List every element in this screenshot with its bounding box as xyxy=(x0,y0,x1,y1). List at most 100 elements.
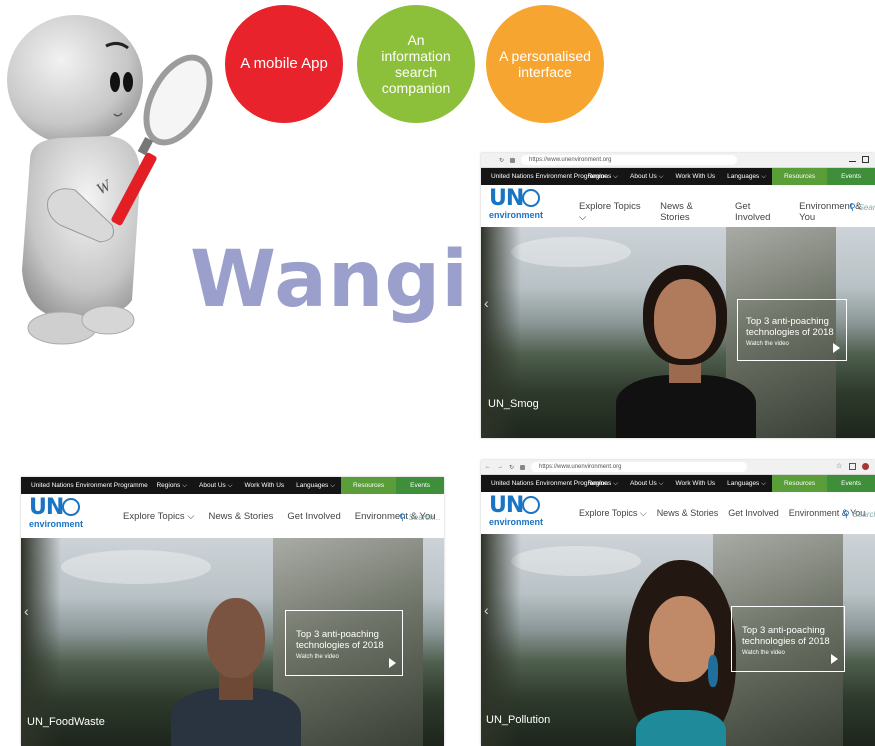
promo-watch-link[interactable]: Watch the video xyxy=(746,341,846,347)
nav-explore-topics[interactable]: Explore Topics ⌵ xyxy=(579,201,646,223)
site-topbar: United Nations Environment Programme Reg… xyxy=(481,168,875,185)
resources-button[interactable]: Resources xyxy=(772,168,828,185)
search-placeholder: Sear xyxy=(858,203,875,212)
feature-mobile-app: A mobile App xyxy=(225,5,343,123)
back-icon[interactable]: ← xyxy=(485,464,491,470)
nav-get-involved[interactable]: Get Involved xyxy=(287,511,340,522)
un-environment-logo[interactable]: UN environment xyxy=(489,188,549,224)
search-placeholder: Search... xyxy=(408,513,441,522)
site-nav: UN environment Explore Topics ⌵ News & S… xyxy=(481,492,875,534)
extension-icon[interactable] xyxy=(849,463,856,470)
mascot-head xyxy=(7,15,143,145)
logo-env-text: environment xyxy=(489,210,544,220)
avatar-caption: UN_Smog xyxy=(488,398,539,410)
carousel-prev-icon[interactable]: ‹ xyxy=(484,295,489,311)
resources-button[interactable]: Resources xyxy=(341,477,397,494)
search-field[interactable]: ⚲ Search... xyxy=(843,509,875,520)
topbar-links: Regions ⌵ About Us ⌵ Work With Us Langua… xyxy=(150,477,444,494)
site-nav: UN environment Explore Topics ⌵ News & S… xyxy=(21,494,444,538)
minimize-icon[interactable] xyxy=(849,156,856,162)
browser-chrome: ← → ↻ https://www.unenvironment.org ☆ xyxy=(481,460,875,475)
topbar-link-languages[interactable]: Languages ⌵ xyxy=(721,480,772,488)
avatar-caption: UN_FoodWaste xyxy=(27,716,105,728)
maximize-icon[interactable] xyxy=(862,156,869,163)
topbar-link-work[interactable]: Work With Us xyxy=(239,482,291,489)
globe-icon xyxy=(62,498,80,516)
un-environment-logo[interactable]: UN environment xyxy=(29,497,89,533)
search-field[interactable]: ⚲ Sear xyxy=(849,202,875,213)
site-nav: UN environment Explore Topics ⌵ News & S… xyxy=(481,185,875,227)
feature-label: A personalised interface xyxy=(499,47,591,80)
mascot-eye-left xyxy=(110,72,120,92)
topbar-link-regions[interactable]: Regions ⌵ xyxy=(581,173,624,181)
events-button[interactable]: Events xyxy=(827,168,875,185)
mascot-foot-right xyxy=(81,305,135,335)
search-icon[interactable]: ⚲ xyxy=(843,509,850,520)
browser-chrome: ↻ https://www.unenvironment.org xyxy=(481,153,875,168)
topbar-link-about[interactable]: About Us ⌵ xyxy=(193,482,238,490)
search-icon[interactable]: ⚲ xyxy=(849,202,856,213)
site-topbar: United Nations Environment Programme Reg… xyxy=(21,477,444,494)
address-bar[interactable]: https://www.unenvironment.org xyxy=(521,155,738,165)
logo-env-text: environment xyxy=(489,517,544,527)
topbar-link-regions[interactable]: Regions ⌵ xyxy=(150,482,193,490)
promo-box[interactable]: Top 3 anti-poaching technologies of 2018… xyxy=(731,606,845,672)
search-icon[interactable]: ⚲ xyxy=(399,512,406,523)
events-button[interactable]: Events xyxy=(827,475,875,492)
nav-explore-topics[interactable]: Explore Topics ⌵ xyxy=(123,511,194,522)
nav-get-involved[interactable]: Get Involved xyxy=(728,508,779,519)
star-icon[interactable]: ☆ xyxy=(836,463,843,470)
address-bar[interactable]: https://www.unenvironment.org xyxy=(531,462,748,472)
play-icon[interactable] xyxy=(831,654,838,664)
feature-label: A mobile App xyxy=(240,55,328,73)
globe-icon xyxy=(522,496,540,514)
topbar-links: Regions ⌵ About Us ⌵ Work With Us Langua… xyxy=(581,475,875,492)
brand-title: Wangi xyxy=(190,235,469,325)
nav-news-stories[interactable]: News & Stories xyxy=(208,511,273,522)
play-icon[interactable] xyxy=(389,658,396,668)
promo-title-line1: Top 3 anti-poaching xyxy=(746,316,829,327)
search-field[interactable]: ⚲ Search... xyxy=(399,512,441,523)
play-icon[interactable] xyxy=(833,343,840,353)
nav-news-stories[interactable]: News & Stories xyxy=(657,508,719,519)
topbar-link-languages[interactable]: Languages ⌵ xyxy=(290,482,341,490)
topbar-link-languages[interactable]: Languages ⌵ xyxy=(721,173,772,181)
window-controls xyxy=(849,156,869,163)
topbar-link-work[interactable]: Work With Us xyxy=(670,173,722,180)
nav-get-involved[interactable]: Get Involved xyxy=(735,201,785,223)
site-topbar: United Nations Environment Programme Reg… xyxy=(481,475,875,492)
topbar-link-about[interactable]: About Us ⌵ xyxy=(624,173,669,181)
hero-banner: ‹ Top 3 anti-poaching technologies of 20… xyxy=(21,538,444,746)
forward-icon[interactable]: → xyxy=(497,464,503,470)
events-button[interactable]: Events xyxy=(396,477,444,494)
topbar-links: Regions ⌵ About Us ⌵ Work With Us Langua… xyxy=(581,168,875,185)
nav-news-stories[interactable]: News & Stories xyxy=(660,201,721,223)
main-nav: Explore Topics ⌵ News & Stories Get Invo… xyxy=(579,508,865,519)
nav-explore-topics[interactable]: Explore Topics ⌵ xyxy=(579,508,647,519)
avatar-man xyxy=(171,598,301,746)
avatar-woman-earrings xyxy=(616,560,746,746)
un-environment-logo[interactable]: UN environment xyxy=(489,495,549,531)
globe-icon xyxy=(522,189,540,207)
browser-toolbar-icons: ☆ xyxy=(836,463,869,470)
promo-box[interactable]: Top 3 anti-poaching technologies of 2018… xyxy=(285,610,403,676)
reload-icon[interactable]: ↻ xyxy=(509,464,514,471)
carousel-prev-icon[interactable]: ‹ xyxy=(484,602,489,618)
hero-banner: ‹ Top 3 anti-poaching technologies of 20… xyxy=(481,534,875,746)
main-nav: Explore Topics ⌵ News & Stories Get Invo… xyxy=(123,511,436,522)
topbar-title: United Nations Environment Programme xyxy=(31,482,148,489)
topbar-link-work[interactable]: Work With Us xyxy=(670,480,722,487)
promo-watch-link[interactable]: Watch the video xyxy=(742,650,844,656)
promo-box[interactable]: Top 3 anti-poaching technologies of 2018… xyxy=(737,299,847,361)
reload-icon[interactable]: ↻ xyxy=(499,157,504,164)
profile-icon[interactable] xyxy=(862,463,869,470)
topbar-link-about[interactable]: About Us ⌵ xyxy=(624,480,669,488)
promo-title-line1: Top 3 anti-poaching xyxy=(296,629,379,640)
hero-tree xyxy=(21,538,61,746)
promo-watch-link[interactable]: Watch the video xyxy=(296,654,402,660)
topbar-link-regions[interactable]: Regions ⌵ xyxy=(581,480,624,488)
carousel-prev-icon[interactable]: ‹ xyxy=(24,603,29,619)
promo-title-line2: technologies of 2018 xyxy=(742,636,830,647)
resources-button[interactable]: Resources xyxy=(772,475,828,492)
browser-screenshot-pollution: ← → ↻ https://www.unenvironment.org ☆ Un… xyxy=(481,460,875,746)
